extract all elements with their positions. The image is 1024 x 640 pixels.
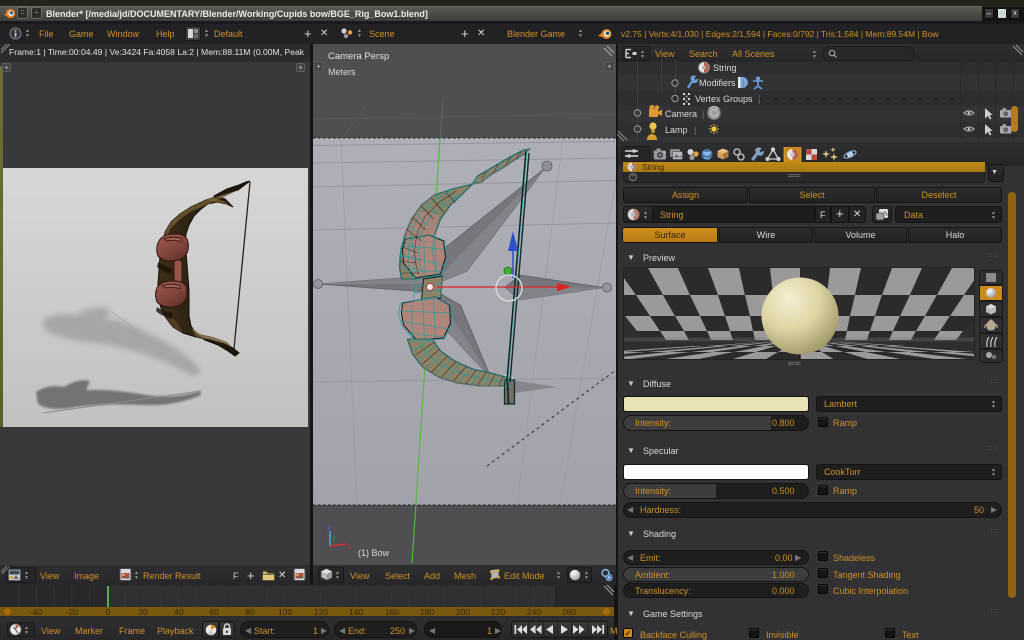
svg-text:Camera Persp: Camera Persp: [328, 51, 389, 62]
svg-text:z: z: [327, 525, 331, 532]
svg-text:(1) Bow: (1) Bow: [358, 548, 390, 558]
svg-text:+: +: [316, 62, 321, 71]
svg-text:y: y: [332, 535, 336, 542]
svg-text:+: +: [607, 62, 612, 71]
svg-text:Meters: Meters: [328, 67, 356, 77]
svg-text:x: x: [348, 544, 352, 551]
